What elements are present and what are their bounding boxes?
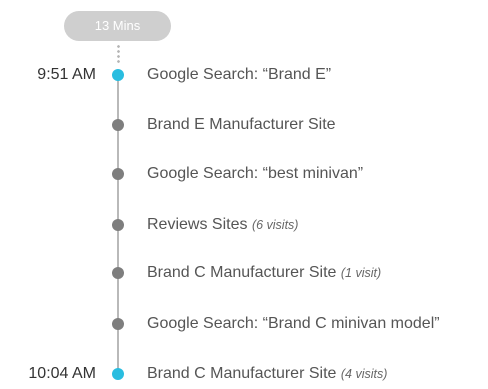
timeline-node [112,318,124,330]
event-label: Google Search: “Brand C minivan model” [147,309,440,339]
timestamp-start: 9:51 AM [37,66,96,83]
event-label: Google Search: “best minivan” [147,159,363,189]
event-label: Brand E Manufacturer Site [147,110,336,140]
timeline-item-3: Google Search: “best minivan” [0,159,488,189]
timeline-item-7: 10:04 AM Brand C Manufacturer Site (4 vi… [0,359,488,389]
event-label: Brand C Manufacturer Site (4 visits) [147,359,387,389]
timeline-node [112,168,124,180]
duration-pill: 13 Mins [64,11,171,41]
visit-count: (4 visits) [340,367,388,381]
timeline-node-end [112,368,124,380]
timeline-node [112,219,124,231]
event-text: Google Search: “best minivan” [147,165,364,182]
timeline-node [112,267,124,279]
event-text: Google Search: “Brand E” [147,66,332,83]
event-text: Brand C Manufacturer Site [147,264,337,281]
event-text: Brand E Manufacturer Site [147,116,336,133]
timeline-item-6: Google Search: “Brand C minivan model” [0,309,488,339]
timeline-item-2: Brand E Manufacturer Site [0,110,488,140]
event-label: Google Search: “Brand E” [147,60,331,90]
timestamp-end: 10:04 AM [28,365,96,382]
event-label: Brand C Manufacturer Site (1 visit) [147,258,381,288]
timeline-item-5: Brand C Manufacturer Site (1 visit) [0,258,488,288]
timeline-item-1: 9:51 AM Google Search: “Brand E” [0,60,488,90]
timeline-item-4: Reviews Sites (6 visits) [0,210,488,240]
event-text: Google Search: “Brand C minivan model” [147,315,440,332]
event-text: Reviews Sites [147,216,248,233]
event-text: Brand C Manufacturer Site [147,365,337,382]
timeline-node [112,119,124,131]
visit-count: (1 visit) [340,266,382,280]
event-label: Reviews Sites (6 visits) [147,210,298,240]
timeline-node-start [112,69,124,81]
visit-count: (6 visits) [251,218,299,232]
